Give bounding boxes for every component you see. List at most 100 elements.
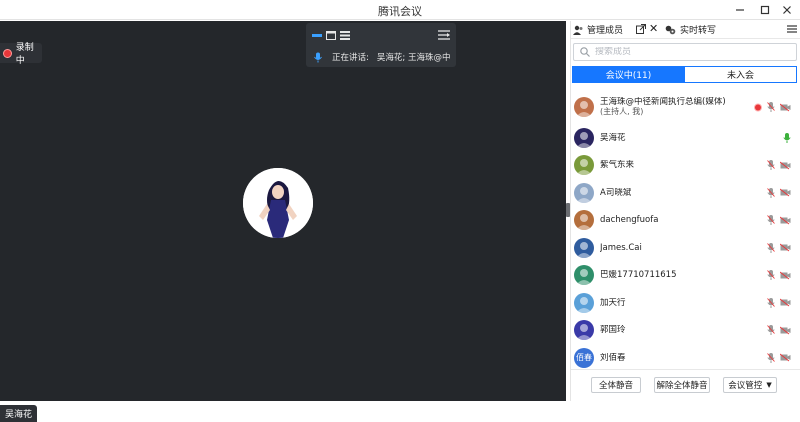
member-info: A司晓斌 [600,188,631,198]
layout-menu-icon[interactable] [438,29,450,41]
member-avatar [574,292,594,313]
member-search-box[interactable] [573,43,797,61]
camera-off-icon[interactable] [780,353,791,362]
member-row[interactable]: 佰春 刘佰春 [571,344,800,372]
camera-off-icon[interactable] [780,103,791,111]
view-toolbar: 正在讲话: 吴海花; 王海珠@中 [306,23,456,67]
member-row[interactable]: 王海珠@中径新闻执行总编(媒体) (主持人, 我) [571,90,800,124]
member-name: 巴媛17710711615 [600,270,677,281]
gallery-view-icon[interactable] [326,31,336,40]
member-row[interactable]: 加天行 [571,289,800,317]
avatar-image [576,101,592,117]
member-info: dachengfuofa [600,215,658,225]
member-avatar [574,210,594,231]
mic-muted-icon[interactable] [767,270,775,281]
recording-label: 录制中 [15,43,34,66]
camera-off-icon[interactable] [780,271,791,280]
camera-off-icon[interactable] [780,161,791,170]
maximize-button[interactable] [755,1,775,19]
minimize-icon [736,9,744,11]
maximize-icon [760,5,770,15]
mic-muted-icon[interactable] [767,102,775,113]
member-row[interactable]: 郭国玲 [571,317,800,345]
mic-muted-icon[interactable] [767,215,775,226]
tab-live-transcript[interactable]: 实时转写 [665,23,716,36]
member-status-icons [767,352,791,363]
speaking-names: 吴海花; 王海珠@中 [376,53,451,63]
camera-off-icon[interactable] [780,243,791,252]
avatar-image [576,269,592,286]
record-dot-icon [3,48,12,58]
member-info: 加天行 [600,298,626,308]
member-name: 加天行 [600,297,626,308]
avatar-image [576,186,592,203]
member-info: 巴媛17710711615 [600,270,677,280]
search-icon [580,47,590,57]
title-bar: 腾讯会议 [0,0,800,20]
member-avatar [574,237,594,258]
minimize-button[interactable] [730,1,750,19]
speaking-label: 正在讲话: [332,53,369,63]
member-row[interactable]: 吴海花 [571,124,800,152]
mic-active-icon[interactable] [783,132,791,143]
panel-tabs: 管理成员 ✕ 实时转写 [571,21,800,39]
recording-badge[interactable]: 录制中 [0,43,42,66]
avatar-image [576,159,592,176]
member-name: 吴海花 [600,132,626,143]
mic-muted-icon[interactable] [767,352,775,363]
more-menu-icon[interactable] [787,24,797,34]
member-status-icons [767,297,791,308]
avatar-image [576,324,592,341]
member-name: 郭国玲 [600,325,626,336]
member-info: 郭国玲 [600,325,626,335]
member-row[interactable]: James.Cai [571,234,800,262]
list-view-icon[interactable] [340,31,350,40]
meeting-control-label: 会议管控 [728,381,763,391]
members-panel: 管理成员 ✕ 实时转写 会议中(11) 未入会 王海珠@中径新闻执行总编(媒体)… [570,21,800,401]
search-input[interactable] [595,47,785,57]
member-row[interactable]: A司晓斌 [571,179,800,207]
panel-close-icon[interactable]: ✕ [649,22,658,35]
panel-footer: 全体静音 解除全体静音 会议管控 ▼ [571,369,800,401]
member-name: 王海珠@中径新闻执行总编(媒体) [600,97,726,107]
avatar-image [576,241,592,258]
camera-off-icon[interactable] [780,298,791,307]
member-info: 吴海花 [600,133,626,143]
member-name: 刘佰春 [600,352,626,363]
speaker-view-icon[interactable] [312,31,322,40]
member-status-icons [767,242,791,253]
camera-off-icon[interactable] [780,216,791,225]
member-avatar: 佰春 [574,347,594,368]
tab-manage-members[interactable]: 管理成员 [573,23,623,36]
mic-muted-icon[interactable] [767,242,775,253]
recording-icon [754,103,762,111]
meeting-control-button[interactable]: 会议管控 ▼ [723,377,777,393]
unmute-all-button[interactable]: 解除全体静音 [654,377,710,393]
mic-muted-icon[interactable] [767,297,775,308]
tab-in-meeting[interactable]: 会议中(11) [572,66,685,83]
mic-muted-icon[interactable] [767,325,775,336]
member-info: 王海珠@中径新闻执行总编(媒体) (主持人, 我) [600,97,726,117]
member-name: A司晓斌 [600,187,632,198]
camera-off-icon[interactable] [780,188,791,197]
member-avatar [574,97,594,117]
members-icon [573,25,583,35]
close-icon [783,6,791,14]
mute-all-button[interactable]: 全体静音 [591,377,641,393]
mic-muted-icon[interactable] [767,160,775,171]
member-row[interactable]: 巴媛17710711615 [571,262,800,290]
tab-not-joined[interactable]: 未入会 [685,66,797,83]
member-row[interactable]: dachengfuofa [571,207,800,235]
camera-off-icon[interactable] [780,326,791,335]
member-avatar [574,155,594,176]
popout-icon[interactable] [636,24,646,34]
member-avatar [574,320,594,341]
member-status-toggle: 会议中(11) 未入会 [572,66,797,83]
video-area[interactable]: 录制中 正在讲话: 吴海花; 王海珠@中 吴海花 [0,21,566,422]
close-button[interactable] [777,1,797,19]
mic-muted-icon[interactable] [767,187,775,198]
member-status-icons [767,270,791,281]
member-row[interactable]: 紫气东来 [571,152,800,180]
member-status-icons [767,215,791,226]
member-list: 王海珠@中径新闻执行总编(媒体) (主持人, 我) 吴海花紫气东来 A司晓斌 dache… [571,90,800,372]
